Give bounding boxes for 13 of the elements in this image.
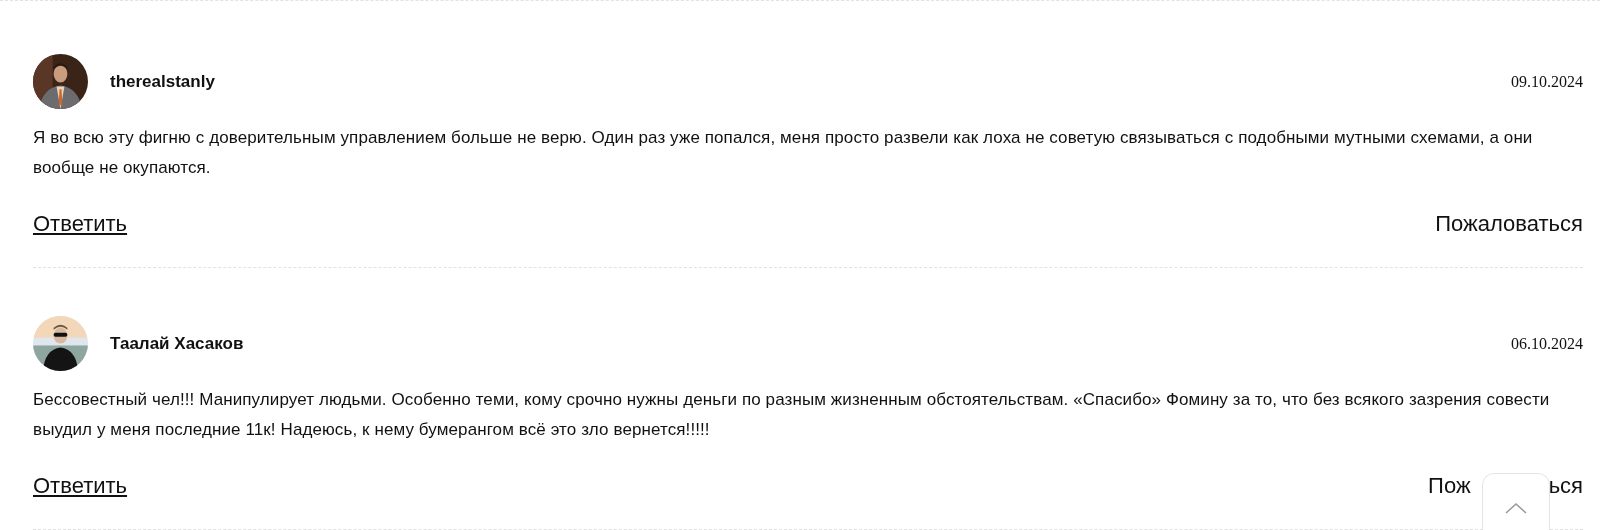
- scroll-to-top-button[interactable]: [1482, 473, 1550, 530]
- comment-date: 06.10.2024: [1511, 334, 1583, 353]
- report-link[interactable]: ься: [1548, 473, 1583, 499]
- comment-text: Я во всю эту фигню с доверительным управлением больше не верю. Один раз уже попался, меня просто развели как лоха не советую связываться с подобными мутными схемами, а они вообще не окупаются.: [33, 127, 1534, 179]
- report-link[interactable]: Пож: [1428, 473, 1471, 499]
- author-name: therealstanly: [110, 71, 215, 92]
- comment-text: Бессовестный чел!!! Манипулирует людьми. Особенно теми, кому срочно нужны деньги по разным жизненным обстоятельствам. «Спасибо» Фомину за то, что без всякого зазрения совести выудил у меня последние 11к! Надеюсь, к нему бумерангом всё это зло вернется!!!!!: [33, 389, 1551, 441]
- chevron-up-icon: [1504, 502, 1528, 514]
- reply-link[interactable]: Ответить: [33, 473, 128, 499]
- report-link[interactable]: Пожаловаться: [1435, 211, 1583, 237]
- author-name: Таалай Хасаков: [110, 333, 244, 354]
- reply-link[interactable]: Ответить: [33, 211, 128, 237]
- comment-date: 09.10.2024: [1511, 72, 1583, 91]
